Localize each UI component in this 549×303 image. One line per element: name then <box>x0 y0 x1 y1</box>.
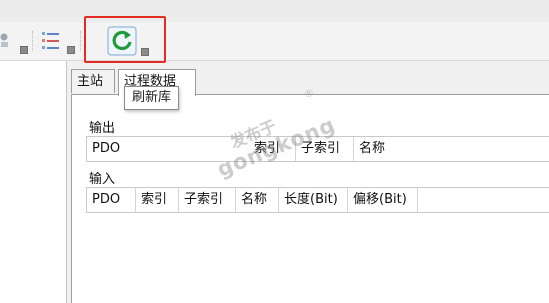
column-header-pdo[interactable]: PDO <box>87 137 249 161</box>
left-tree-pane[interactable] <box>0 61 67 303</box>
column-header-name[interactable]: 名称 <box>236 188 279 212</box>
column-header-subindex[interactable]: 子索引 <box>296 137 354 161</box>
toolbar-separator <box>80 31 82 51</box>
column-header-index[interactable]: 索引 <box>249 137 296 161</box>
column-header-subindex[interactable]: 子索引 <box>179 188 236 212</box>
toolbar <box>0 22 549 61</box>
column-header-length[interactable]: 长度(Bit) <box>279 188 348 212</box>
input-label: 输入 <box>89 172 116 187</box>
input-table-header: PDO 索引 子索引 名称 长度(Bit) 偏移(Bit) <box>86 187 549 213</box>
column-header-name[interactable]: 名称 <box>354 137 549 161</box>
process-data-panel: 输出 PDO 索引 子索引 名称 输入 PDO 索引 子索引 名称 长度(Bit… <box>71 94 549 303</box>
list-dropdown-icon[interactable] <box>67 46 75 54</box>
highlight-box <box>84 16 166 63</box>
list-icon[interactable] <box>38 28 64 54</box>
tab-label: 主站 <box>77 74 104 89</box>
device-dropdown-icon[interactable] <box>20 46 28 54</box>
tab-master[interactable]: 主站 <box>71 69 115 93</box>
output-table-header: PDO 索引 子索引 名称 <box>86 136 549 162</box>
tooltip: 刷新库 <box>124 86 179 110</box>
toolbar-separator <box>32 31 34 51</box>
column-header-pdo[interactable]: PDO <box>87 188 136 212</box>
output-label: 输出 <box>89 121 116 136</box>
title-strip <box>0 0 549 22</box>
column-header-index[interactable]: 索引 <box>136 188 179 212</box>
column-header-offset[interactable]: 偏移(Bit) <box>348 188 418 212</box>
